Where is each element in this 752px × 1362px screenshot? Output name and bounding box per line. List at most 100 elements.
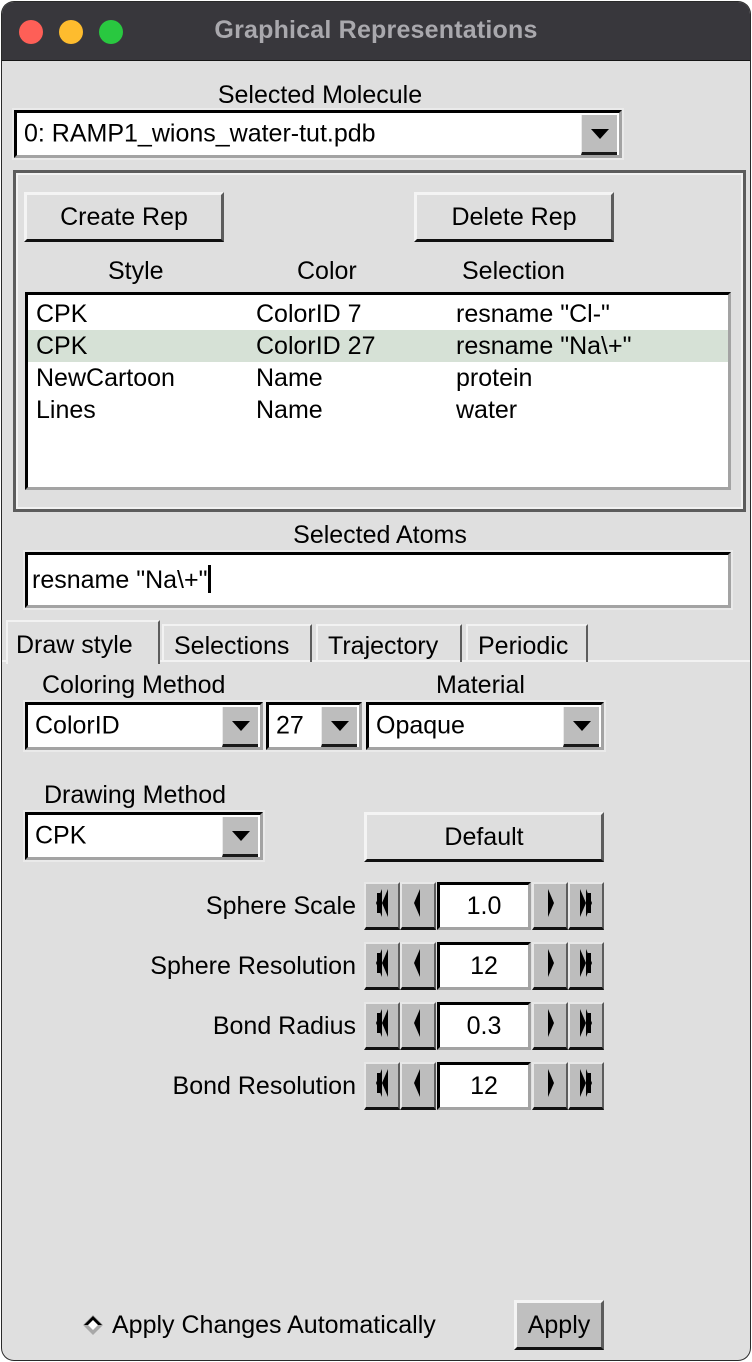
increment-button[interactable] (532, 1062, 568, 1110)
rep-style: CPK (36, 300, 88, 328)
left-arrow-icon (412, 889, 424, 922)
increment-fast-button[interactable] (568, 1002, 604, 1050)
decrement-button[interactable] (400, 1062, 436, 1110)
left-arrow-icon (412, 949, 424, 982)
increment-fast-button[interactable] (568, 1062, 604, 1110)
rep-selection: water (456, 396, 518, 424)
rep-style: Lines (36, 396, 96, 424)
material-value: Opaque (376, 711, 465, 740)
double-left-arrow-icon (376, 949, 388, 982)
window-title: Graphical Representations (214, 16, 538, 44)
double-left-arrow-icon (376, 1009, 388, 1042)
increment-button[interactable] (532, 882, 568, 930)
chevron-down-icon (590, 128, 609, 139)
param-label: Sphere Scale (205, 892, 356, 920)
rep-style: CPK (36, 332, 88, 360)
reps-list-row[interactable]: CPK ColorID 27 resname "Na\+" (28, 330, 728, 362)
column-header-color: Color (297, 257, 357, 285)
diamond-indicator-icon (83, 1315, 103, 1335)
rep-selection: resname "Cl-" (456, 300, 610, 328)
double-left-arrow-icon (376, 889, 388, 922)
coloring-method-label: Coloring Method (42, 671, 226, 699)
decrement-button[interactable] (400, 882, 436, 930)
selected-atoms-input[interactable]: resname "Na\+" (23, 550, 733, 610)
drawing-method-label: Drawing Method (44, 781, 227, 809)
rep-selection: protein (456, 364, 533, 392)
drawing-method-value: CPK (35, 821, 87, 850)
decrement-fast-button[interactable] (364, 942, 400, 990)
double-left-arrow-icon (376, 1069, 388, 1102)
create-rep-button[interactable]: Create Rep (24, 192, 224, 242)
drawing-method-select[interactable]: CPK (23, 810, 265, 862)
tab-selections[interactable]: Selections (162, 624, 312, 662)
reps-list-row[interactable]: Lines Name water (28, 394, 728, 426)
right-arrow-icon (544, 1009, 556, 1042)
coloring-method-select[interactable]: ColorID (23, 700, 265, 752)
param-value-input[interactable]: 1.0 (437, 882, 531, 930)
reps-list[interactable]: CPK ColorID 7 resname "Cl-" CPK ColorID … (25, 292, 731, 490)
graphical-representations-window: Graphical Representations Selected Molec… (2, 2, 750, 1360)
color-id-select[interactable]: 27 (264, 700, 364, 752)
rep-selection: resname "Na\+" (456, 332, 632, 360)
right-arrow-icon (544, 889, 556, 922)
column-header-selection: Selection (462, 257, 565, 285)
tab-trajectory[interactable]: Trajectory (316, 624, 462, 662)
delete-rep-button[interactable]: Delete Rep (414, 192, 614, 242)
coloring-method-dropdown-button[interactable] (222, 707, 258, 747)
decrement-fast-button[interactable] (364, 1002, 400, 1050)
increment-button[interactable] (532, 942, 568, 990)
rep-style: NewCartoon (36, 364, 175, 392)
double-right-arrow-icon (580, 1009, 592, 1042)
color-id-dropdown-button[interactable] (321, 707, 357, 747)
column-header-style: Style (108, 257, 164, 285)
tab-draw-style[interactable]: Draw style (6, 620, 160, 664)
chevron-down-icon (572, 720, 591, 731)
param-label: Sphere Resolution (150, 952, 356, 980)
auto-apply-checkbox[interactable] (82, 1314, 104, 1336)
material-label: Material (436, 671, 525, 699)
text-cursor (208, 565, 212, 593)
title-bar: Graphical Representations (2, 2, 750, 61)
decrement-button[interactable] (400, 1002, 436, 1050)
reps-list-row[interactable]: NewCartoon Name protein (28, 362, 728, 394)
molecule-select[interactable]: 0: RAMP1_wions_water-tut.pdb (12, 108, 624, 160)
apply-button[interactable]: Apply (514, 1300, 604, 1350)
tab-periodic[interactable]: Periodic (466, 624, 588, 662)
right-arrow-icon (544, 949, 556, 982)
left-arrow-icon (412, 1009, 424, 1042)
param-value-input[interactable]: 0.3 (437, 1002, 531, 1050)
double-right-arrow-icon (580, 889, 592, 922)
param-label: Bond Resolution (172, 1072, 356, 1100)
rep-color: Name (256, 364, 323, 392)
material-select[interactable]: Opaque (364, 700, 606, 752)
increment-fast-button[interactable] (568, 882, 604, 930)
selected-atoms-value: resname "Na\+" (32, 566, 208, 594)
chevron-down-icon (231, 830, 250, 841)
left-arrow-icon (412, 1069, 424, 1102)
param-value-input[interactable]: 12 (437, 1062, 531, 1110)
drawing-method-dropdown-button[interactable] (222, 817, 258, 857)
reps-list-row[interactable]: CPK ColorID 7 resname "Cl-" (28, 298, 728, 330)
chevron-down-icon (231, 720, 250, 731)
decrement-fast-button[interactable] (364, 882, 400, 930)
selected-atoms-label: Selected Atoms (293, 521, 467, 549)
material-dropdown-button[interactable] (563, 707, 599, 747)
param-label: Bond Radius (212, 1012, 356, 1040)
molecule-select-value: 0: RAMP1_wions_water-tut.pdb (24, 119, 376, 148)
param-value-input[interactable]: 12 (437, 942, 531, 990)
right-arrow-icon (544, 1069, 556, 1102)
color-id-value: 27 (276, 711, 304, 740)
decrement-button[interactable] (400, 942, 436, 990)
rep-color: ColorID 27 (256, 332, 376, 360)
decrement-fast-button[interactable] (364, 1062, 400, 1110)
double-right-arrow-icon (580, 1069, 592, 1102)
selected-molecule-label: Selected Molecule (217, 81, 423, 109)
molecule-dropdown-button[interactable] (581, 115, 617, 155)
rep-color: ColorID 7 (256, 300, 362, 328)
coloring-method-value: ColorID (35, 711, 120, 740)
default-button[interactable]: Default (364, 812, 604, 862)
double-right-arrow-icon (580, 949, 592, 982)
auto-apply-label: Apply Changes Automatically (112, 1311, 436, 1339)
increment-fast-button[interactable] (568, 942, 604, 990)
increment-button[interactable] (532, 1002, 568, 1050)
